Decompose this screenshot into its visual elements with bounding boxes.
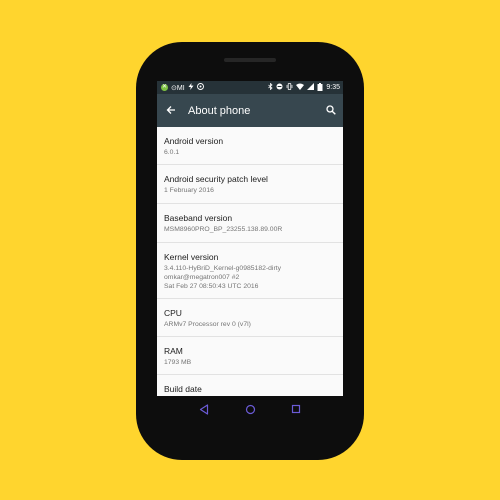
setting-title: RAM — [164, 346, 183, 356]
setting-build-date[interactable]: Build date — [157, 375, 343, 396]
settings-list: Android version 6.0.1 Android security p… — [157, 127, 343, 396]
navigation-bar — [157, 396, 343, 422]
page-title: About phone — [188, 104, 251, 117]
bolt-icon — [188, 83, 194, 92]
setting-title: Build date — [164, 384, 202, 394]
setting-value: ARMv7 Processor rev 0 (v7l) — [164, 321, 251, 328]
setting-value-line: omkar@megatron007 #2 — [164, 274, 240, 281]
setting-value-line: Sat Feb 27 08:50:43 UTC 2016 — [164, 283, 259, 290]
back-triangle-icon[interactable] — [198, 403, 210, 415]
signal-icon — [307, 83, 315, 92]
setting-title: Kernel version — [164, 252, 219, 262]
recents-square-icon[interactable] — [290, 403, 302, 415]
do-not-disturb-icon — [276, 83, 283, 92]
search-button[interactable] — [321, 94, 341, 127]
setting-value-line: 3.4.110-HyBriD_Kernel-g0985182-dirty — [164, 265, 281, 272]
status-bar: ✕ ⊙MI 9:35 — [157, 81, 343, 94]
setting-cpu[interactable]: CPU ARMv7 Processor rev 0 (v7l) — [157, 299, 343, 337]
setting-title: CPU — [164, 308, 182, 318]
setting-security-patch[interactable]: Android security patch level 1 February … — [157, 165, 343, 204]
xbox-icon: ✕ — [161, 84, 168, 91]
search-icon — [326, 102, 336, 120]
arrow-back-icon — [166, 102, 176, 120]
phone-speaker — [224, 58, 276, 62]
battery-icon — [317, 82, 323, 93]
status-time: 9:35 — [326, 84, 340, 91]
bluetooth-icon — [268, 82, 273, 92]
omi-icon: ⊙MI — [171, 84, 185, 92]
setting-baseband-version[interactable]: Baseband version MSM8960PRO_BP_23255.138… — [157, 204, 343, 243]
setting-ram[interactable]: RAM 1793 MB — [157, 337, 343, 375]
setting-kernel-version[interactable]: Kernel version 3.4.110-HyBriD_Kernel-g09… — [157, 243, 343, 299]
setting-value: MSM8960PRO_BP_23255.138.89.00R — [164, 226, 283, 233]
home-circle-icon[interactable] — [244, 403, 256, 415]
vibrate-icon — [286, 83, 293, 92]
setting-title: Android security patch level — [164, 174, 268, 184]
whatsapp-icon — [196, 83, 204, 92]
app-toolbar: About phone — [157, 94, 343, 127]
setting-title: Baseband version — [164, 213, 233, 223]
back-button[interactable] — [157, 94, 185, 127]
phone-screen: ✕ ⊙MI 9:35 About phone Android version 6… — [157, 81, 343, 396]
wifi-icon — [296, 83, 305, 92]
setting-value: 1793 MB — [164, 359, 192, 366]
setting-android-version[interactable]: Android version 6.0.1 — [157, 127, 343, 165]
setting-title: Android version — [164, 136, 224, 146]
setting-value: 1 February 2016 — [164, 187, 214, 194]
setting-value: 6.0.1 — [164, 149, 180, 156]
